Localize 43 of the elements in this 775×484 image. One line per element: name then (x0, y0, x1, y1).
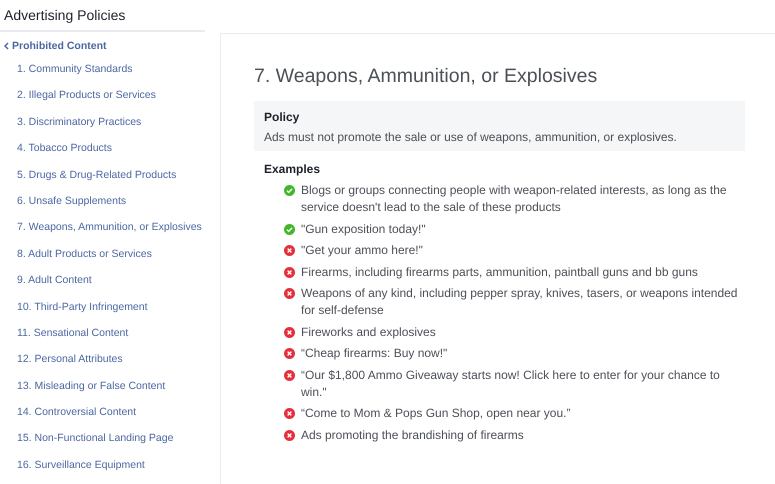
sidebar-link[interactable]: 1. Community Standards (17, 63, 133, 90)
x-circle-icon (284, 408, 295, 419)
sidebar-link[interactable]: 16. Surveillance Equipment (17, 458, 145, 484)
section-title: 7. Weapons, Ammunition, or Explosives (254, 65, 598, 88)
sidebar-link[interactable]: 3. Discriminatory Practices (17, 116, 142, 142)
sidebar-link[interactable]: 9. Adult Content (17, 274, 92, 301)
policy-heading: Policy (264, 110, 300, 124)
sidebar-link[interactable]: 8. Adult Products or Services (17, 248, 152, 274)
sidebar-link[interactable]: 7. Weapons, Ammunition, or Explosives (17, 221, 202, 248)
back-link[interactable]: Prohibited Content (4, 40, 106, 52)
example-text: Weapons of any kind, including pepper spray, knives, tasers, or weapons intended for self-defense (301, 285, 738, 319)
example-text: Fireworks and explosives (301, 324, 437, 340)
x-circle-icon (284, 245, 295, 256)
example-text: Ads promoting the brandishing of firearms (301, 426, 525, 444)
sidebar-link[interactable]: 13. Misleading or False Content (17, 380, 166, 406)
sidebar-link[interactable]: 12. Personal Attributes (17, 353, 123, 380)
example-text: “Our $1,800 Ammo Giveaway starts now! Click here to enter for your chance to win." (301, 366, 721, 400)
check-circle-icon (284, 185, 295, 196)
x-circle-icon (284, 370, 295, 380)
x-circle-icon (284, 266, 295, 278)
example-text: Blogs or groups connecting people with weapon-related interests, as long as the service doesn't lead to the sale of these products (301, 182, 728, 216)
sidebar-link[interactable]: 11. Sensational Content (17, 326, 128, 354)
policy-text: Ads must not promote the sale or use of weapons, ammunition, or explosives. (264, 130, 678, 144)
example-text: “Come to Mom & Pops Gun Shop, open near you.” (301, 405, 572, 422)
x-circle-icon (284, 288, 295, 299)
example-text: "Get your ammo here!" (301, 242, 424, 259)
sidebar-link[interactable]: 15. Non-Functional Landing Page (17, 432, 174, 459)
page-title: Advertising Policies (4, 7, 126, 23)
sidebar-link[interactable]: 14. Controversial Content (17, 406, 136, 432)
sidebar-link[interactable]: 5. Drugs & Drug-Related Products (17, 168, 176, 195)
sidebar-link[interactable]: 6. Unsafe Supplements (17, 194, 126, 222)
chevron-left-icon (4, 42, 9, 50)
x-circle-icon (284, 430, 295, 440)
example-text: Firearms, including firearms parts, ammunition, paintball guns and bb guns (301, 264, 699, 280)
sidebar-link[interactable]: 2. Illegal Products or Services (17, 89, 156, 116)
examples-heading: Examples (264, 162, 322, 176)
sidebar-link[interactable]: 10. Third-Party Infringement (17, 300, 148, 327)
check-circle-icon (284, 224, 295, 234)
x-circle-icon (284, 348, 295, 359)
x-circle-icon (284, 326, 295, 338)
sidebar-link[interactable]: 4. Tobacco Products (17, 142, 112, 169)
example-text: “Cheap firearms: Buy now!" (301, 345, 448, 362)
example-text: "Gun exposition today!" (301, 220, 427, 238)
